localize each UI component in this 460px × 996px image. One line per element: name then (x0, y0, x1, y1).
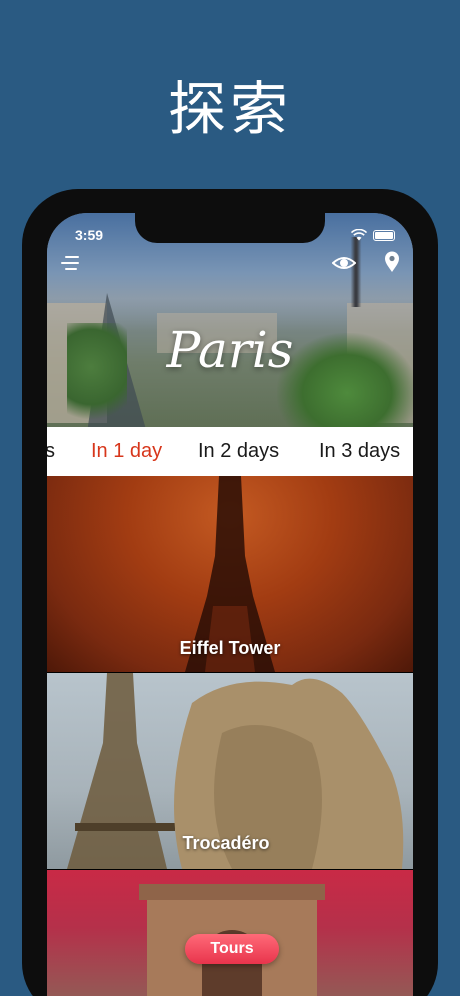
location-pin-icon[interactable] (384, 251, 400, 273)
eye-icon[interactable] (332, 253, 356, 273)
card-label: Trocadéro (182, 833, 270, 853)
card-eiffel-tower[interactable]: Eiffel Tower (47, 476, 413, 672)
tours-button[interactable]: Tours (185, 934, 279, 964)
tab-2-days[interactable]: In 2 days (198, 440, 279, 463)
card-label: Eiffel Tower (179, 638, 281, 658)
status-icons (351, 229, 395, 241)
city-title: Paris (166, 321, 294, 379)
tab-1-day[interactable]: In 1 day (91, 440, 162, 463)
wifi-icon (351, 229, 367, 241)
tab-3-days[interactable]: In 3 days (319, 440, 400, 463)
day-tabs: s In 1 day In 2 days In 3 days (47, 427, 413, 476)
promo-title: 探索 (167, 75, 292, 143)
phone-notch (135, 213, 325, 243)
hero-image (47, 213, 413, 427)
tab-partial[interactable]: s (47, 440, 55, 463)
menu-icon[interactable] (61, 255, 81, 271)
status-time: 3:59 (75, 227, 104, 243)
battery-icon (373, 229, 395, 241)
app-screen: 3:59 Paris s In 1 day In 2 days In 3 day… (47, 213, 413, 996)
card-trocadero[interactable]: Trocadéro (47, 673, 413, 869)
card-arc-de-triomphe[interactable] (47, 870, 413, 996)
